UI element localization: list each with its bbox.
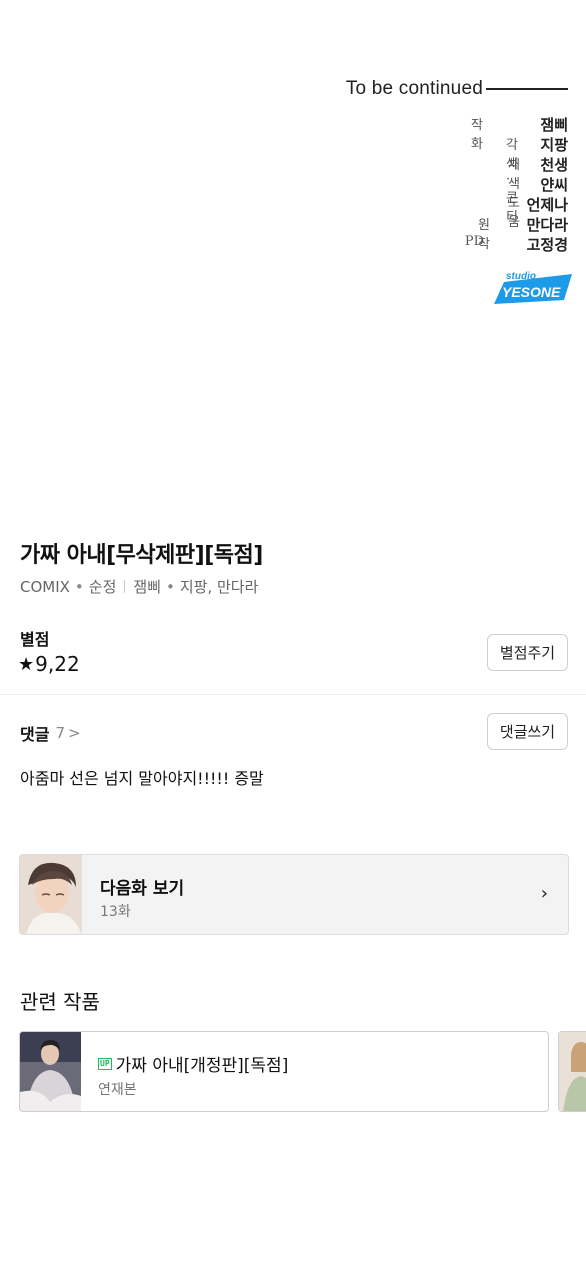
related-works-heading: 관련 작품 (20, 990, 100, 1014)
top-comment: 아줌마 선은 넘지 말아야지!!!!! 증말 (20, 769, 264, 788)
credit-role: PD (464, 234, 484, 249)
rating-number: 9,22 (35, 652, 80, 676)
related-work-card[interactable]: UP 가짜 아내[개정판][독점] 연재본 (19, 1031, 549, 1112)
credit-row: 원작 만다라 (478, 214, 568, 252)
credit-row: 각색·콘티 지팡 (506, 134, 568, 225)
author-label[interactable]: 잼삐 (133, 576, 161, 597)
next-episode-title: 다음화 보기 (100, 879, 185, 899)
chevron-right-icon: › (540, 883, 548, 904)
related-work-thumbnail (20, 1032, 81, 1111)
credit-role: 채색 도움 (508, 158, 520, 230)
chevron-right-icon: > (68, 724, 81, 742)
next-episode-number: 13화 (100, 904, 131, 920)
comments-count: 7 (55, 724, 65, 742)
genre-label: 순정 (88, 578, 117, 596)
credit-row: PD 고정경 (465, 234, 568, 255)
rate-button[interactable]: 별점주기 (487, 634, 568, 671)
to-be-continued-text: To be continued (345, 78, 483, 99)
studio-yesone-logo: studio YESONE (494, 271, 572, 304)
next-episode-thumbnail (20, 855, 82, 934)
comic-end-panel: To be continued 작화 잼삐 각색·콘티 지팡 채색 도움 천생 … (0, 0, 586, 520)
rating-value: ★ 9,22 (18, 652, 80, 676)
credit-name: 고정경 (526, 236, 568, 254)
related-work-thumbnail-2 (559, 1032, 586, 1111)
related-work-title-row: UP 가짜 아내[개정판][독점] (98, 1051, 288, 1076)
to-be-continued-line (486, 88, 568, 90)
credit-name: 천생 (540, 156, 568, 174)
credit-name: 지팡 (540, 136, 568, 154)
credit-row: 작화 잼삐 (471, 114, 568, 152)
meta-dot: • (166, 577, 175, 596)
credit-row: 채색 도움 천생 (508, 154, 568, 230)
logo-yesone-text: YESONE (502, 284, 561, 300)
rating-label: 별점 (20, 630, 50, 649)
author-label-2[interactable]: 지팡, 만다라 (180, 576, 259, 597)
logo-studio-text: studio (506, 271, 536, 282)
up-badge: UP (98, 1057, 112, 1070)
write-comment-button[interactable]: 댓글쓰기 (487, 713, 568, 750)
to-be-continued: To be continued (346, 78, 568, 100)
related-work-title: 가짜 아내[개정판][독점] (115, 1056, 289, 1076)
comments-link[interactable]: 댓글 7 > (20, 721, 81, 745)
related-work-status: 연재본 (98, 1082, 137, 1098)
meta-dot: • (74, 577, 84, 596)
star-icon: ★ (18, 653, 35, 675)
platform-label: COMIX (20, 577, 70, 596)
next-episode-card[interactable]: 다음화 보기 13화 › (19, 854, 569, 935)
credit-role: 작화 (471, 118, 483, 152)
work-meta: COMIX • 순정 잼삐 • 지팡, 만다라 (20, 576, 258, 597)
credit-name: 언제나 (526, 196, 568, 214)
related-work-card-next[interactable] (558, 1031, 586, 1112)
credit-name: 잼삐 (540, 116, 568, 134)
work-title: 가짜 아내[무삭제판][독점] (20, 543, 263, 568)
credit-name: 얀씨 (540, 176, 568, 194)
divider (0, 694, 586, 695)
comments-label: 댓글 (20, 725, 50, 744)
credit-name: 만다라 (526, 216, 568, 234)
credit-row: 얀씨 (540, 174, 568, 195)
credit-row: 언제나 (527, 194, 568, 215)
meta-separator (124, 580, 126, 593)
